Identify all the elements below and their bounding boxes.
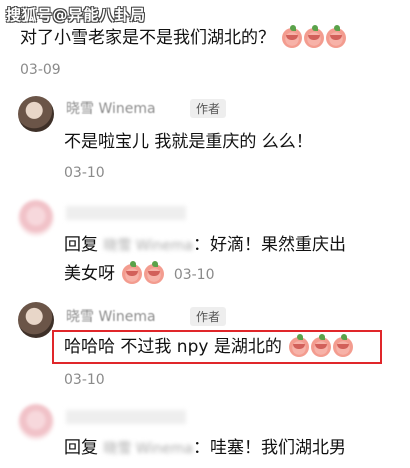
peach-emoji-icon [122,261,143,284]
comment-text-body: 对了小雪老家是不是我们湖北的？ [20,28,275,48]
comment-text: 哈哈哈 不过我 npy 是湖北的 [64,334,354,360]
reply-target-name[interactable]: 晓雪 Winema [103,238,193,254]
source-watermark: 搜狐号@异能八卦局 [6,6,146,24]
comment-date: 03-10 [64,372,105,388]
author-badge: 作者 [190,307,227,326]
peach-emoji-icon [311,334,332,357]
comment-text-line1: ：好滴！果然重庆出 [192,235,346,255]
avatar[interactable] [18,96,54,132]
comment-text-body: ：哇塞！我们湖北男 [192,438,346,458]
avatar[interactable] [18,302,54,338]
reply-prefix: 回复 [64,438,98,458]
comment-date: 03-10 [64,165,105,181]
comment-date: 03-09 [20,62,61,78]
comment-text: 回复 晓雪 Winema：好滴！果然重庆出 [64,233,346,259]
comment-author-name[interactable]: 晓雪 Winema [66,98,156,118]
peach-emoji-icon [326,25,347,48]
comment-author-name[interactable]: 晓雪 Winema [66,306,156,326]
avatar[interactable] [18,404,54,440]
comment-date: 03-10 [173,267,215,283]
peach-emoji-icon [282,25,303,48]
comment-text-body: 哈哈哈 不过我 npy 是湖北的 [64,337,282,357]
reply-target-name[interactable]: 晓雪 Winema [103,441,193,457]
comment-text-line2: 美女呀 03-10 [64,261,215,288]
comment-text-body: 美女呀 [64,264,115,284]
peach-emoji-icon [333,334,354,357]
peach-emoji-icon [304,25,325,48]
avatar[interactable] [18,200,54,236]
peach-emoji-icon [289,334,310,357]
comment-text: 不是啦宝儿 我就是重庆的 么么！ [64,132,313,152]
comment-text: 回复 晓雪 Winema：哇塞！我们湖北男 [64,436,346,462]
comment-thread: 搜狐号@异能八卦局 对了小雪老家是不是我们湖北的？ 03-09 晓雪 Winem… [0,0,410,468]
blurred-username [66,410,186,424]
author-badge: 作者 [190,99,227,118]
reply-prefix: 回复 [64,235,98,255]
comment-text: 对了小雪老家是不是我们湖北的？ [20,25,347,51]
blurred-username [66,206,186,220]
peach-emoji-icon [144,261,165,284]
